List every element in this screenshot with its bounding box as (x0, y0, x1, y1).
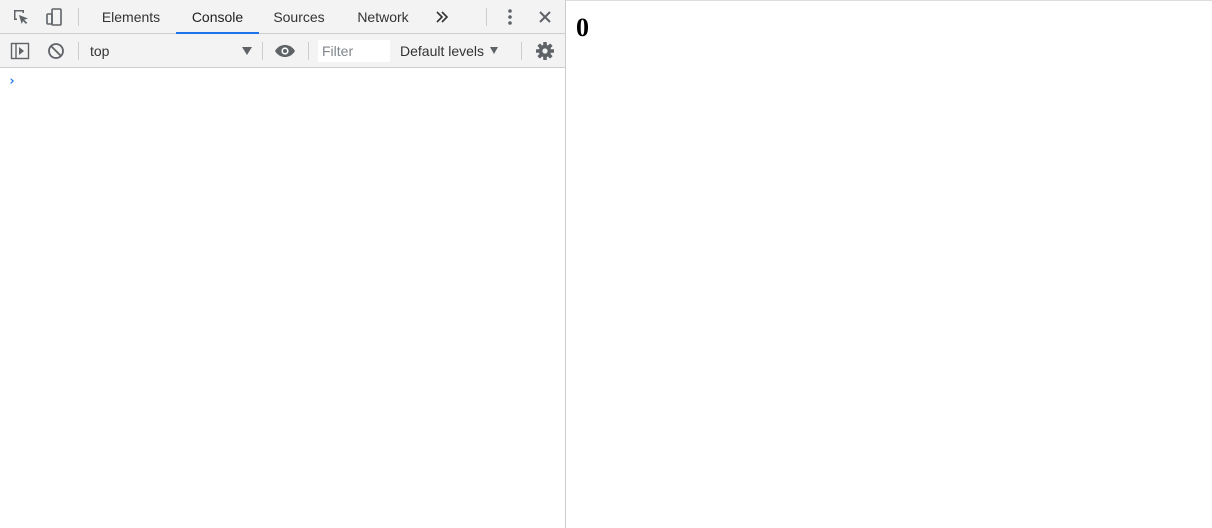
filter-input[interactable] (318, 40, 390, 62)
tab-sources[interactable]: Sources (263, 0, 335, 34)
inspect-element-icon[interactable] (10, 6, 32, 28)
toolbar-divider (78, 8, 79, 26)
tab-network[interactable]: Network (345, 0, 421, 34)
console-prompt-icon: › (8, 74, 16, 89)
live-expression-icon[interactable] (274, 40, 296, 62)
console-output[interactable]: › (0, 68, 565, 528)
screen: Elements Console Sources Network top Fil… (0, 0, 1212, 528)
more-tabs-icon[interactable] (431, 6, 453, 28)
devtools-tabbar: Elements Console Sources Network (0, 0, 565, 34)
page-viewport: 0 (566, 0, 1212, 528)
dropdown-arrow-icon (490, 47, 499, 54)
toolbar-divider (486, 8, 487, 26)
clear-console-icon[interactable] (45, 40, 67, 62)
console-sidebar-icon[interactable] (9, 40, 31, 62)
console-input[interactable] (24, 72, 558, 92)
console-toolbar: top Default levels (0, 34, 565, 68)
context-value: top (90, 43, 110, 59)
toolbar-divider (308, 42, 309, 60)
log-levels-label: Default levels (400, 43, 485, 59)
devtools-panel: Elements Console Sources Network top Fil… (0, 0, 566, 528)
kebab-menu-icon[interactable] (499, 6, 521, 28)
gear-icon[interactable] (534, 40, 556, 62)
page-output: 0 (576, 13, 589, 42)
toolbar-divider (521, 42, 522, 60)
dropdown-arrow-icon (242, 47, 252, 55)
close-icon[interactable] (534, 6, 556, 28)
device-toolbar-icon[interactable] (43, 6, 65, 28)
toolbar-divider (78, 42, 79, 60)
context-selector[interactable]: top (86, 40, 256, 62)
toolbar-divider (262, 42, 263, 60)
tab-elements[interactable]: Elements (90, 0, 172, 34)
tab-console[interactable]: Console (176, 0, 259, 34)
log-levels-dropdown[interactable]: Default levels (400, 40, 499, 62)
